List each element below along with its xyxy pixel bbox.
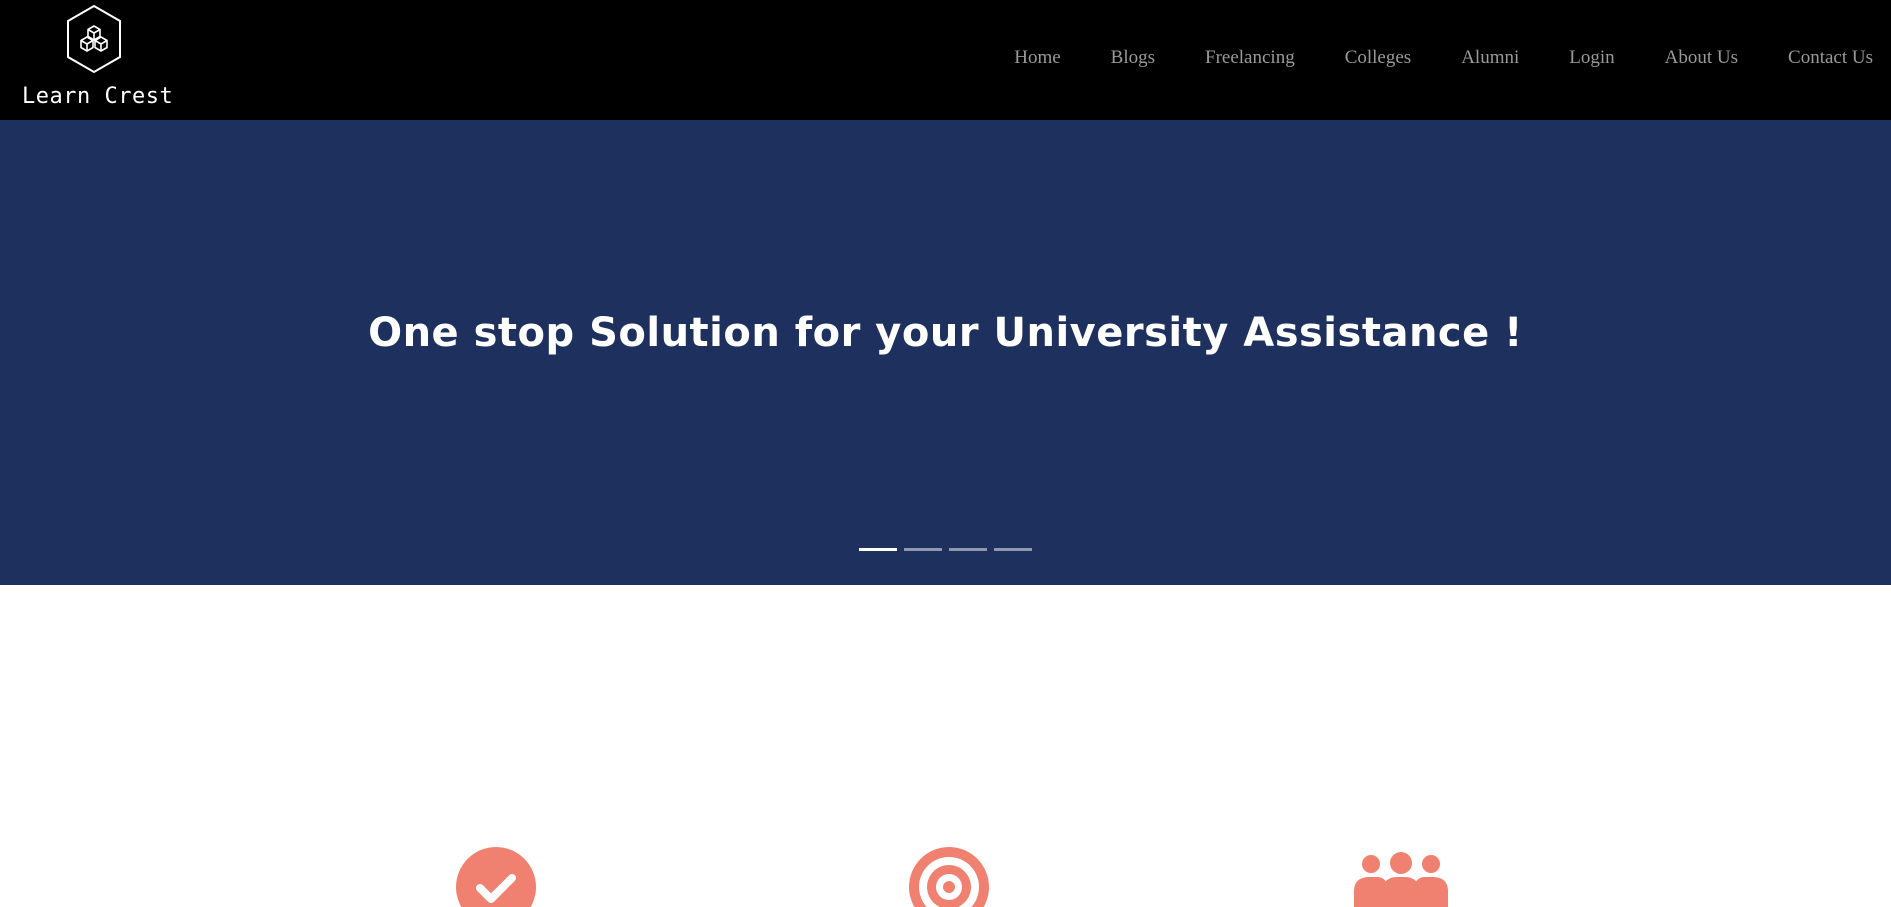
navbar: Learn Crest Home Blogs Freelancing Colle… [0,0,1891,120]
check-circle-icon [456,847,536,907]
carousel-indicators [0,548,1891,551]
nav-item-colleges: Colleges [1345,46,1412,70]
brand-name: Learn Crest [22,84,174,109]
nav-item-about-us: About Us [1665,46,1738,70]
nav-link-contact-us[interactable]: Contact Us [1788,47,1873,68]
nav-link-home[interactable]: Home [1014,47,1060,68]
nav-link-freelancing[interactable]: Freelancing [1205,47,1295,68]
carousel-indicator-3[interactable] [949,548,987,551]
nav-item-home: Home [1014,46,1060,70]
carousel-indicator-4[interactable] [994,548,1032,551]
nav-link-colleges[interactable]: Colleges [1345,47,1412,68]
nav-item-blogs: Blogs [1111,46,1155,70]
nav-link-alumni[interactable]: Alumni [1461,47,1519,68]
nav-link-about-us[interactable]: About Us [1665,47,1738,68]
nav-item-login: Login [1569,46,1614,70]
brand-home-link[interactable]: Learn Crest [22,4,174,114]
carousel-indicator-2[interactable] [904,548,942,551]
hexagon-logo-icon [67,4,121,74]
features-section [0,585,1891,907]
nav-menu: Home Blogs Freelancing Colleges Alumni L… [1014,46,1873,70]
hero-title: One stop Solution for your University As… [368,310,1523,356]
nav-item-contact-us: Contact Us [1788,46,1873,70]
nav-item-alumni: Alumni [1461,46,1519,70]
nav-link-login[interactable]: Login [1569,47,1614,68]
carousel-indicator-1[interactable] [859,548,897,551]
team-icon [1354,852,1448,907]
hero-carousel: One stop Solution for your University As… [0,120,1891,585]
nav-link-blogs[interactable]: Blogs [1111,47,1155,68]
target-icon [909,847,989,907]
nav-item-freelancing: Freelancing [1205,46,1295,70]
